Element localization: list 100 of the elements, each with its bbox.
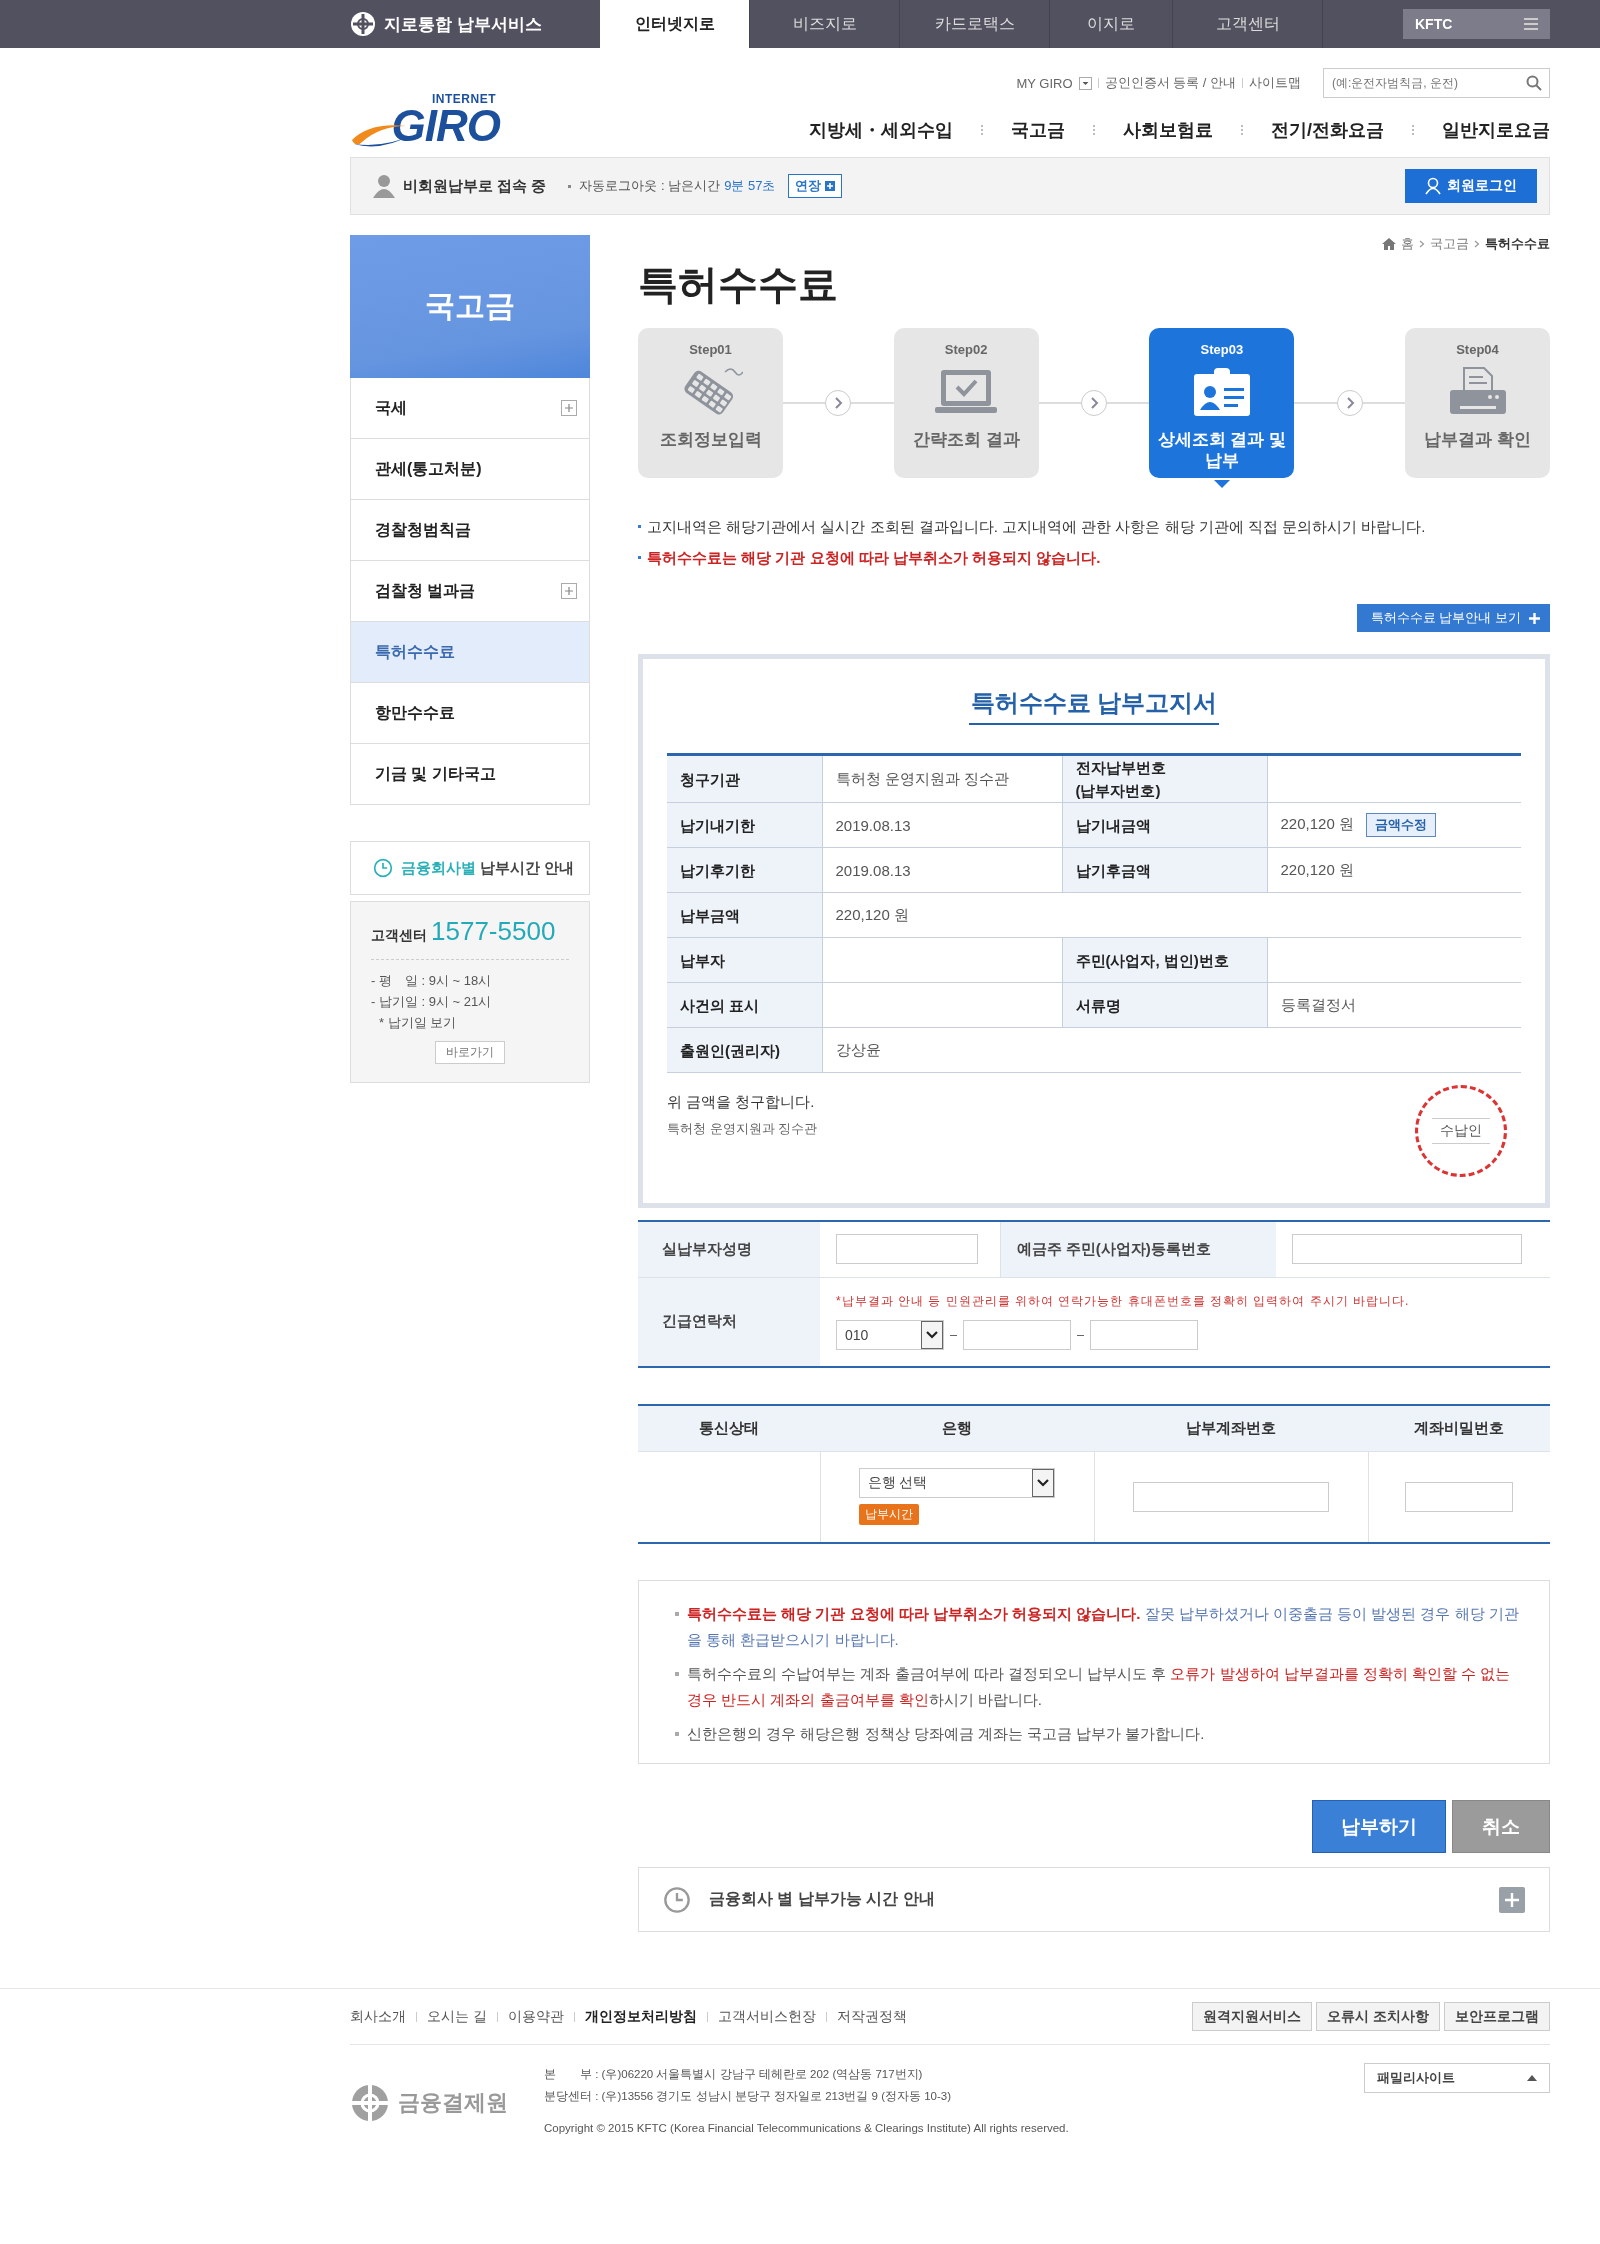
breadcrumb-item[interactable]: 국고금: [1430, 235, 1469, 253]
claim-text: 위 금액을 청구합니다.: [667, 1093, 816, 1112]
utility-link[interactable]: 공인인증서 등록 / 안내: [1104, 74, 1236, 92]
due-date-note: * 납기일 보기: [379, 1014, 458, 1032]
input-field[interactable]: [1133, 1481, 1329, 1512]
form-label: 예금주 주민(사업자)등록번호: [1000, 1221, 1276, 1277]
globe-logo-icon: [350, 11, 376, 37]
section-title: 국고금: [350, 235, 590, 378]
sidebar-item[interactable]: 국세: [350, 378, 590, 439]
logo-wordmark[interactable]: GIRO: [391, 106, 500, 146]
sidebar-item[interactable]: 경찰청범칙금: [350, 500, 590, 561]
column-header: 은행: [820, 1405, 1094, 1451]
top-tab[interactable]: 카드로택스: [900, 0, 1050, 48]
main-nav-link[interactable]: 전기/전화요금: [1271, 118, 1384, 142]
main-nav-link[interactable]: 일반지로요금: [1442, 118, 1550, 142]
org-name: 금융결제원: [398, 2089, 508, 2117]
sidebar-item[interactable]: 항만수수료: [350, 683, 590, 744]
sidebar-item[interactable]: 특허수수료: [350, 622, 590, 683]
breadcrumb-item[interactable]: 홈: [1401, 235, 1414, 253]
menu-icon[interactable]: [1524, 18, 1538, 30]
footer-button[interactable]: 오류시 조치사항: [1316, 2002, 1440, 2031]
accordion-header[interactable]: 금융회사 별 납부가능 시간 안내: [638, 1867, 1550, 1932]
input-field[interactable]: [836, 1234, 978, 1265]
page-title: 특허수수료: [638, 261, 839, 308]
notice-text: 특허수수료는 해당 기관 요청에 따라 납부취소가 허용되지 않습니다.: [647, 549, 1101, 568]
caret-up-icon[interactable]: [1527, 2075, 1537, 2081]
table-header-cell: 납기후금액: [1062, 847, 1267, 893]
step-card: Step01 조회정보입력: [638, 328, 783, 478]
plus-icon[interactable]: [561, 400, 577, 416]
table-header-cell: 납기후기한: [667, 847, 822, 893]
footer-link[interactable]: 이용약관: [507, 2007, 564, 2026]
kftc-menu-button[interactable]: KFTC: [1403, 9, 1550, 39]
footer-link[interactable]: 오시는 길: [427, 2007, 487, 2026]
table-header-cell: 주민(사업자, 법인)번호: [1062, 937, 1267, 983]
top-tab[interactable]: 인터넷지로: [600, 0, 750, 48]
table-header-cell: 납부자: [667, 937, 822, 983]
sidebar-item[interactable]: 검찰청 벌과금: [350, 561, 590, 622]
address-text: 분당센터 : (우)13556 경기도 성남시 분당구 정자일로 213번길 9 (정자동 10-3): [544, 2089, 953, 2104]
dropdown-caret-icon[interactable]: [921, 1321, 943, 1350]
table-cell: 220,120 원: [835, 905, 909, 923]
footer-link[interactable]: 개인정보처리방침: [584, 2007, 697, 2026]
support-phone: 1577-5500: [431, 916, 556, 947]
utility-link[interactable]: MY GIRO: [1016, 75, 1073, 91]
service-brand: 지로통합 납부서비스: [384, 13, 542, 36]
support-label: 고객센터: [371, 927, 427, 945]
table-cell: 2019.08.13: [835, 816, 911, 834]
footer-link[interactable]: 회사소개: [350, 2007, 406, 2026]
issuer-text: 특허청 운영지원과 징수관: [667, 1120, 818, 1138]
notice-text: 신한은행의 경우 해당은행 정책상 당좌예금 계좌는 국고금 납부가 불가합니다.: [687, 1724, 1205, 1744]
step-card: Step04 납부결과 확인: [1405, 328, 1550, 478]
table-header-cell: 납부금액: [667, 892, 822, 938]
member-login-button[interactable]: 회원로그인: [1405, 169, 1537, 203]
extend-button[interactable]: 연장: [787, 174, 842, 198]
clock-icon: [663, 1885, 691, 1914]
form-label: 실납부자성명: [638, 1221, 820, 1277]
copyright: Copyright © 2015 KFTC (Korea Financial Telecommunications & Clearings Institute) All rights reserved.: [544, 2121, 1069, 2136]
bill-title: 특허수수료 납부고지서: [968, 687, 1220, 725]
top-tab[interactable]: 고객센터: [1173, 0, 1323, 48]
table-header-cell: 서류명: [1062, 982, 1267, 1028]
plus-icon[interactable]: [561, 583, 577, 599]
family-site-select[interactable]: 패밀리사이트: [1364, 2063, 1550, 2093]
plus-icon[interactable]: [1499, 1886, 1525, 1913]
main-nav-link[interactable]: 지방세・세외수입: [809, 118, 953, 142]
go-button[interactable]: 바로가기: [435, 1041, 505, 1064]
footer-button[interactable]: 보안프로그램: [1444, 2002, 1550, 2031]
phone-prefix-select[interactable]: 010: [836, 1320, 944, 1351]
login-status: 비회원납부로 접속 중: [403, 176, 547, 196]
payment-hours-link[interactable]: 금융회사별 납부시간 안내: [350, 841, 590, 895]
chevron-right-icon: [1419, 240, 1425, 248]
input-field[interactable]: [963, 1320, 1071, 1351]
edit-amount-button[interactable]: 금액수정: [1365, 813, 1436, 837]
search-field[interactable]: (예:운전자범칙금, 운전): [1323, 68, 1550, 98]
input-field[interactable]: [1292, 1234, 1522, 1265]
support-hours: - 납기일 : 9시 ~ 21시: [371, 993, 493, 1011]
input-field[interactable]: [1090, 1320, 1198, 1351]
main-nav-link[interactable]: 국고금: [1011, 118, 1065, 142]
breadcrumb-item: 특허수수료: [1485, 235, 1550, 253]
utility-link[interactable]: 사이트맵: [1249, 74, 1301, 92]
home-icon[interactable]: [1382, 238, 1396, 250]
bank-select[interactable]: 은행 선택: [858, 1468, 1055, 1499]
top-tab[interactable]: 이지로: [1050, 0, 1173, 48]
input-field[interactable]: [1405, 1481, 1514, 1512]
footer-link[interactable]: 고객서비스헌장: [717, 2007, 816, 2026]
dropdown-icon[interactable]: [1078, 76, 1092, 90]
dropdown-caret-icon[interactable]: [1031, 1469, 1054, 1498]
table-header-cell: 전자납부번호 (납부자번호): [1062, 754, 1267, 803]
payment-guide-button[interactable]: 특허수수료 납부안내 보기: [1356, 604, 1550, 632]
id-card-icon: [1191, 366, 1252, 418]
sidebar-item[interactable]: 관세(통고처분): [350, 439, 590, 500]
top-tab[interactable]: 비즈지로: [750, 0, 900, 48]
footer-link[interactable]: 저작권정책: [836, 2007, 907, 2026]
chevron-right-icon: [824, 389, 853, 417]
user-icon[interactable]: [1425, 177, 1441, 195]
search-icon[interactable]: [1526, 75, 1542, 91]
sidebar-item[interactable]: 기금 및 기타국고: [350, 744, 590, 805]
footer-button[interactable]: 원격지원서비스: [1192, 2002, 1313, 2031]
pay-button[interactable]: 납부하기: [1312, 1800, 1446, 1853]
table-header-cell: 청구기관: [667, 754, 822, 803]
notice-text: 고지내역은 해당기관에서 실시간 조회된 결과입니다. 고지내역에 관한 사항은 해당 기관에 직접 문의하시기 바랍니다.: [647, 518, 1426, 537]
main-nav-link[interactable]: 사회보험료: [1123, 118, 1213, 142]
